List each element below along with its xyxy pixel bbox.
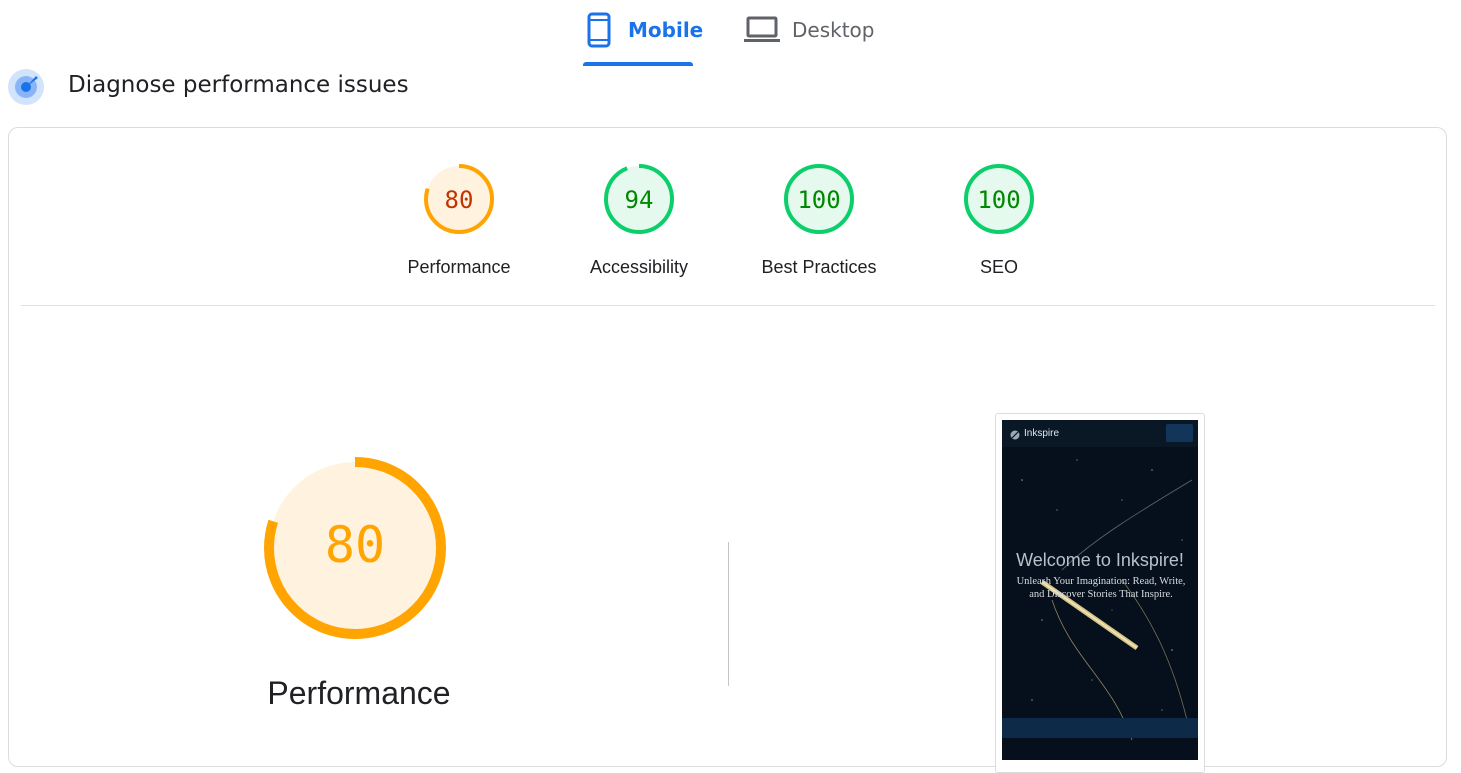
- gauge-score: 100: [797, 186, 841, 214]
- vertical-divider: [728, 542, 729, 686]
- performance-detail-gauge: 80: [255, 448, 455, 648]
- quill-icon: [1010, 427, 1020, 445]
- section-title: Diagnose performance issues: [68, 72, 409, 98]
- performance-detail-label: Performance: [267, 675, 451, 711]
- gauge-label: Accessibility: [589, 257, 689, 277]
- screenshot-preview: Inkspire Welcome to Inkspire! Unleash Yo…: [1002, 420, 1198, 760]
- gauge-label: Best Practices: [761, 257, 877, 277]
- preview-navbar: Inkspire: [1002, 420, 1198, 447]
- tab-desktop[interactable]: Desktop: [744, 10, 884, 66]
- report-card: 80 Performance 94 Accessibility 100 Best…: [8, 127, 1447, 773]
- preview-menu-button: [1166, 424, 1193, 442]
- gauge-seo[interactable]: 100 SEO: [929, 162, 1069, 292]
- smartphone-icon: [587, 12, 611, 53]
- preview-title: Welcome to Inkspire!: [1016, 550, 1184, 570]
- gauge-accessibility[interactable]: 94 Accessibility: [569, 162, 709, 292]
- gauge-score: 80: [444, 186, 474, 214]
- gauge-label: Performance: [407, 257, 511, 277]
- device-tabs: Mobile Desktop: [0, 0, 1461, 66]
- preview-brand: Inkspire: [1024, 428, 1060, 439]
- tab-mobile-label: Mobile: [628, 18, 704, 42]
- preview-bottom-bar: [1002, 718, 1198, 738]
- gauge-label: SEO: [979, 257, 1018, 277]
- page-screenshot: Inkspire Welcome to Inkspire! Unleash Yo…: [995, 413, 1205, 773]
- gauge-score: 94: [624, 186, 654, 214]
- score-gauges: 80 Performance 94 Accessibility 100 Best…: [9, 128, 1446, 306]
- performance-detail-score: 80: [324, 516, 386, 574]
- gauge-performance[interactable]: 80 Performance: [389, 162, 529, 292]
- gauge-best-practices[interactable]: 100 Best Practices: [749, 162, 889, 292]
- tab-mobile[interactable]: Mobile: [583, 10, 703, 66]
- divider: [21, 305, 1435, 306]
- preview-subtitle: Unleash Your Imagination: Read, Write, a…: [1016, 576, 1186, 600]
- tab-desktop-label: Desktop: [792, 18, 875, 42]
- gauge-score: 100: [977, 186, 1021, 214]
- section-header: Diagnose performance issues: [0, 66, 700, 106]
- lighthouse-icon: [7, 68, 45, 111]
- laptop-icon: [744, 12, 780, 49]
